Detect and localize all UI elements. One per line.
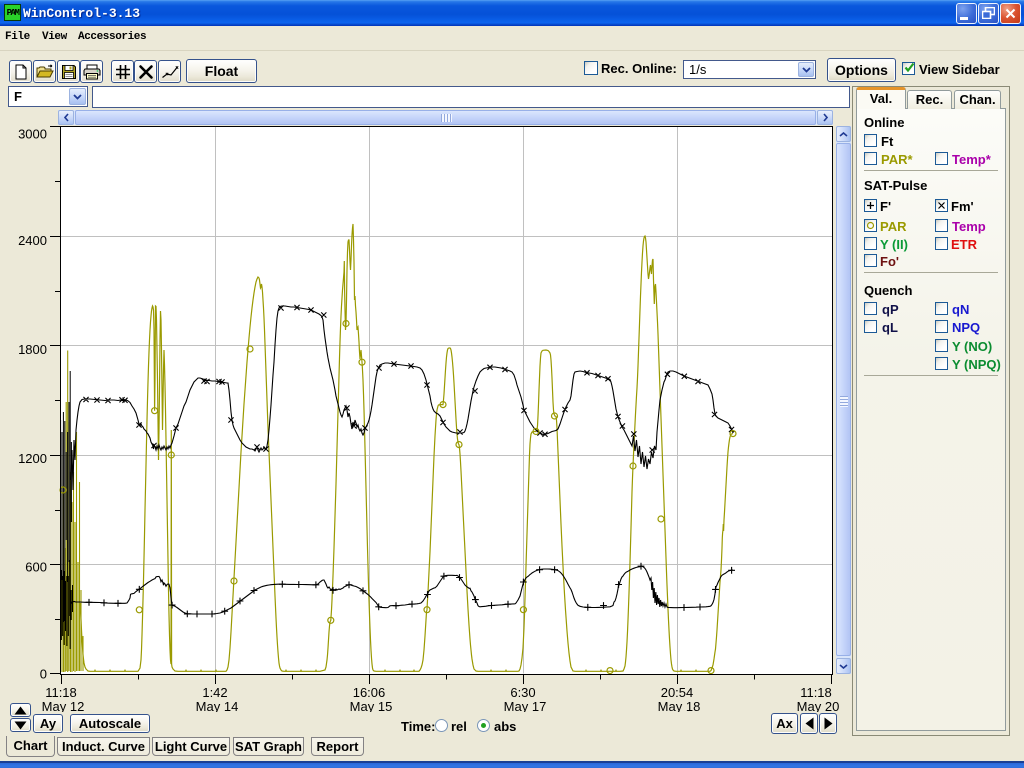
svg-text:6:30: 6:30 [510,685,535,700]
svg-text:0: 0 [40,667,47,682]
svg-text:600: 600 [25,560,47,575]
svg-text:3000: 3000 [18,127,47,142]
svg-text:1800: 1800 [18,342,47,357]
svg-text:May 20: May 20 [797,699,840,712]
svg-text:May 15: May 15 [350,699,393,712]
svg-text:May 17: May 17 [504,699,547,712]
svg-text:16:06: 16:06 [353,685,386,700]
svg-text:2400: 2400 [18,233,47,248]
svg-text:20:54: 20:54 [661,685,694,700]
svg-text:11:18: 11:18 [800,685,832,700]
svg-text:May 14: May 14 [196,699,239,712]
svg-text:May 12: May 12 [42,699,85,712]
svg-text:1:42: 1:42 [202,685,227,700]
svg-text:1200: 1200 [18,451,47,466]
svg-text:May 18: May 18 [658,699,701,712]
svg-text:11:18: 11:18 [45,685,77,700]
